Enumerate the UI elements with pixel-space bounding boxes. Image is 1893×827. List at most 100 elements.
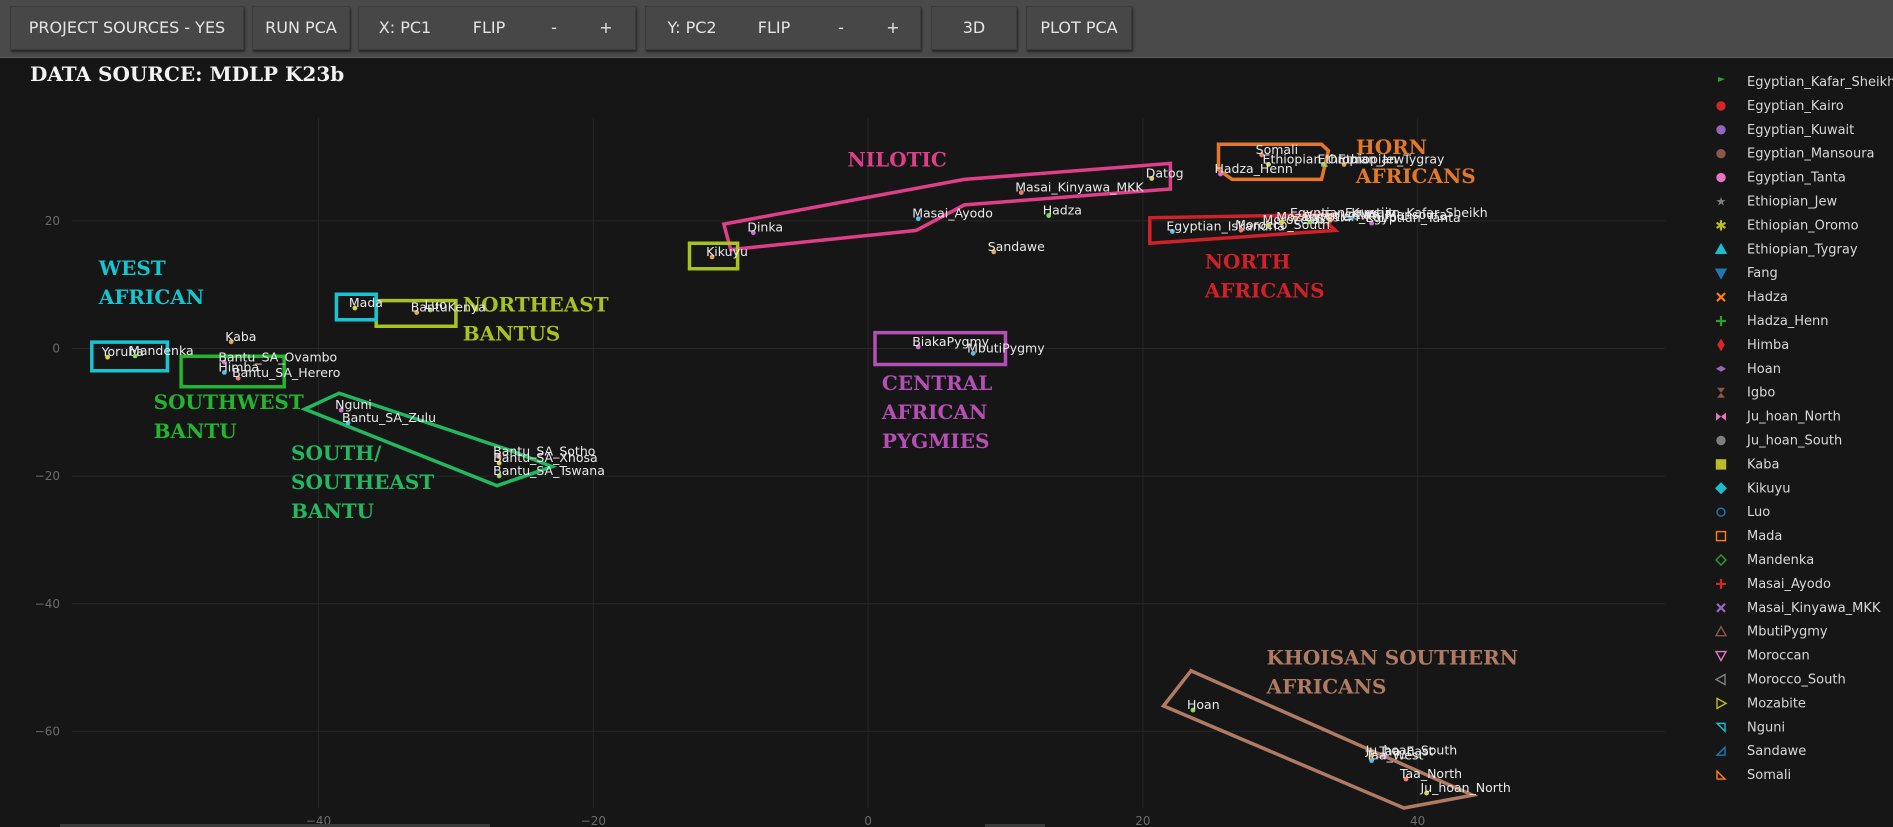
legend-item-label: MbutiPygmy [1747, 625, 1828, 640]
legend-item-label: Fang [1747, 266, 1778, 281]
point-label: Taa_North [1399, 766, 1462, 781]
legend-marker [1716, 507, 1726, 517]
legend-item-label: Hoan [1747, 362, 1781, 377]
legend-item-label: Kikuyu [1747, 481, 1790, 496]
x-flip-button[interactable]: FLIP [459, 7, 519, 49]
legend-symbol [1716, 172, 1726, 183]
y-plus-button[interactable]: + [878, 7, 908, 49]
legend-item-label: Ju_hoan_North [1746, 410, 1841, 425]
legend-item-label: Ethiopian_Jew [1747, 195, 1838, 210]
legend-marker [1715, 482, 1727, 495]
group-label: CENTRAL AFRICAN PYGMIES [881, 371, 993, 453]
legend-symbol [1714, 268, 1728, 280]
legend-marker [1716, 172, 1726, 183]
legend-marker [1714, 650, 1728, 663]
legend-symbol [1714, 625, 1728, 637]
group-outlines: WEST AFRICANSOUTHWEST BANTUNORTHEAST BANTUS… [90, 135, 1519, 810]
point-label: Bantu_SA_Zulu [342, 410, 436, 425]
group-label-line: SOUTHWEST [154, 390, 304, 414]
project-sources-group: PROJECT SOURCES - YES [10, 6, 244, 50]
legend-marker [1714, 673, 1726, 686]
legend-item-label: Egyptian_Mansoura [1747, 147, 1875, 162]
legend-item-label: Ethiopian_Tygray [1747, 242, 1858, 257]
group-label: SOUTHWEST BANTU [154, 390, 304, 443]
legend-symbol [1716, 769, 1727, 780]
legend-item-label: Egyptian_Kuwait [1747, 123, 1854, 138]
legend-item-label: Somali [1747, 768, 1791, 783]
legend-item-label: Masai_Kinyawa_MKK [1747, 601, 1881, 616]
legend-marker [1716, 769, 1727, 780]
three-d-button[interactable]: 3D [932, 7, 1016, 49]
point-label: Bantu_SA_Tswana [493, 463, 605, 478]
legend-symbol [1715, 530, 1727, 542]
legend-symbol [1715, 554, 1727, 566]
legend-symbol [1716, 101, 1726, 111]
legend-symbol [1716, 125, 1726, 135]
group-label-line: AFRICANS [1355, 164, 1476, 188]
point-label: Masai_Ayodo [912, 206, 993, 221]
legend-item-label: Hadza_Henn [1747, 314, 1829, 329]
point-label: Mandenka [129, 343, 194, 358]
point-label: Hadza_Henn [1214, 161, 1292, 176]
group-label-line: AFRICANS [1204, 279, 1325, 303]
legend-symbol [1714, 673, 1726, 686]
legend-marker [1714, 625, 1728, 637]
run-pca-group: RUN PCA [252, 6, 350, 50]
x-tick-label: −20 [581, 814, 606, 827]
x-component-select[interactable]: X: PC1 [363, 7, 447, 49]
legend-symbol [1714, 650, 1728, 663]
point-label: Taa_West [1365, 747, 1424, 762]
y-tick-label: −20 [35, 469, 60, 483]
x-axis-controls: X: PC1 FLIP - + [358, 6, 636, 50]
y-component-select[interactable]: Y: PC2 [650, 7, 734, 49]
legend-item-label: Morocco_South [1747, 673, 1846, 688]
group-label-line: NILOTIC [848, 148, 947, 172]
group-label-line: SOUTHEAST [291, 470, 434, 494]
project-sources-button[interactable]: PROJECT SOURCES - YES [11, 7, 243, 49]
group-label: WEST AFRICAN [98, 256, 204, 309]
legend-item-label: Nguni [1747, 720, 1785, 735]
legend-item-label: Mozabite [1747, 696, 1806, 711]
legend-marker [1715, 745, 1726, 756]
point-label: Kikuyu [706, 244, 748, 259]
legend-item-label: Moroccan [1747, 649, 1810, 664]
group-label: NORTH AFRICANS [1204, 250, 1325, 303]
legend-item-label: Himba [1747, 338, 1789, 353]
point-label: MbutiPygmy [967, 340, 1045, 355]
legend-symbol [1715, 459, 1727, 470]
legend-symbol [1716, 697, 1728, 710]
group-label-line: AFRICANS [1266, 674, 1387, 698]
x-plus-button[interactable]: + [591, 7, 621, 49]
group-label-line: PYGMIES [882, 429, 990, 453]
legend-marker [1715, 459, 1727, 470]
y-tick-label: −40 [35, 597, 60, 611]
point-label: Mozabite [1276, 209, 1333, 224]
legend-symbol [1715, 745, 1726, 756]
legend-item-label: Mada [1747, 529, 1782, 544]
legend-symbol [1714, 242, 1728, 255]
point-label: Bantu_SA_Herero [232, 365, 340, 380]
legend-item-label: Sandawe [1747, 744, 1806, 759]
legend-symbol [1716, 507, 1726, 517]
tick-layer: 200−20−40−60−40 −20 0 20 40 [35, 214, 1426, 827]
legend-symbol [1717, 387, 1725, 398]
x-minus-button[interactable]: - [539, 7, 569, 49]
group-label-line: KHOISAN SOUTHERN [1267, 645, 1519, 669]
legend-marker [1716, 435, 1726, 446]
y-minus-button[interactable]: - [826, 7, 856, 49]
y-flip-button[interactable]: FLIP [744, 7, 804, 49]
legend-marker [1715, 722, 1726, 733]
legend-item-label: Egyptian_Tanta [1747, 171, 1846, 186]
y-tick-label: 20 [45, 214, 60, 228]
legend-symbol [1715, 482, 1727, 495]
legend-symbol [1716, 578, 1726, 589]
legend-symbol [1716, 603, 1726, 613]
legend-marker [1714, 268, 1728, 280]
legend-marker [1717, 338, 1725, 352]
legend-marker [1716, 148, 1726, 159]
legend-symbol [1716, 412, 1726, 421]
group-label: NILOTIC [848, 148, 947, 172]
run-pca-button[interactable]: RUN PCA [253, 7, 349, 49]
plot-pca-button[interactable]: PLOT PCA [1027, 7, 1131, 49]
legend-item-label: Egyptian_Kairo [1747, 99, 1844, 114]
